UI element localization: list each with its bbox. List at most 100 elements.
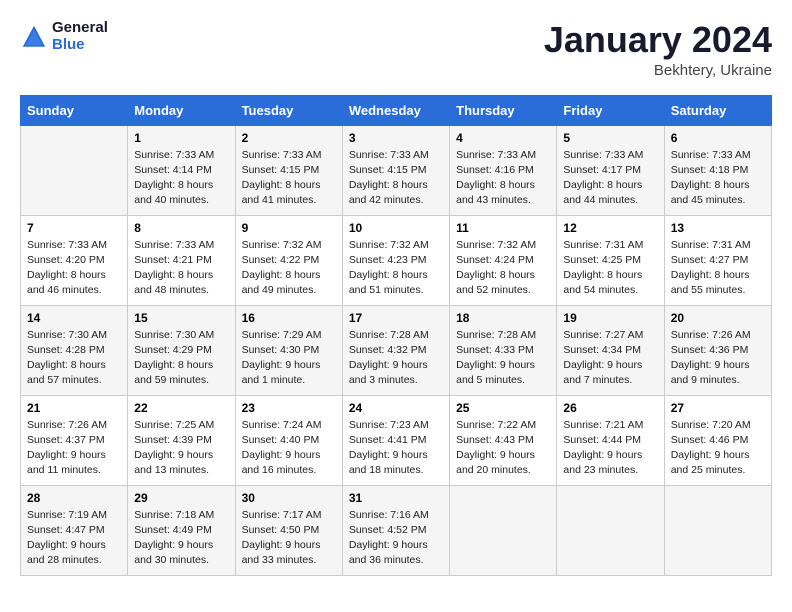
day-number: 26: [563, 401, 657, 415]
day-number: 1: [134, 131, 228, 145]
day-info: Sunrise: 7:26 AMSunset: 4:36 PMDaylight:…: [671, 328, 765, 389]
day-cell: 22 Sunrise: 7:25 AMSunset: 4:39 PMDayligh…: [128, 395, 235, 485]
day-info: Sunrise: 7:20 AMSunset: 4:46 PMDaylight:…: [671, 418, 765, 479]
day-cell: 12 Sunrise: 7:31 AMSunset: 4:25 PMDayligh…: [557, 215, 664, 305]
location: Bekhtery, Ukraine: [544, 62, 772, 79]
day-cell: 18 Sunrise: 7:28 AMSunset: 4:33 PMDayligh…: [450, 305, 557, 395]
title-area: January 2024 Bekhtery, Ukraine: [544, 20, 772, 79]
day-cell: 27 Sunrise: 7:20 AMSunset: 4:46 PMDayligh…: [664, 395, 771, 485]
day-info: Sunrise: 7:33 AMSunset: 4:17 PMDaylight:…: [563, 148, 657, 209]
day-cell: 25 Sunrise: 7:22 AMSunset: 4:43 PMDayligh…: [450, 395, 557, 485]
day-info: Sunrise: 7:28 AMSunset: 4:33 PMDaylight:…: [456, 328, 550, 389]
day-number: 24: [349, 401, 443, 415]
day-number: 18: [456, 311, 550, 325]
day-number: 17: [349, 311, 443, 325]
day-info: Sunrise: 7:31 AMSunset: 4:25 PMDaylight:…: [563, 238, 657, 299]
day-number: 28: [27, 491, 121, 505]
day-info: Sunrise: 7:33 AMSunset: 4:16 PMDaylight:…: [456, 148, 550, 209]
day-cell: 23 Sunrise: 7:24 AMSunset: 4:40 PMDayligh…: [235, 395, 342, 485]
day-number: 16: [242, 311, 336, 325]
day-number: 20: [671, 311, 765, 325]
day-info: Sunrise: 7:16 AMSunset: 4:52 PMDaylight:…: [349, 508, 443, 569]
day-info: Sunrise: 7:17 AMSunset: 4:50 PMDaylight:…: [242, 508, 336, 569]
day-number: 6: [671, 131, 765, 145]
col-monday: Monday: [128, 95, 235, 125]
day-info: Sunrise: 7:33 AMSunset: 4:15 PMDaylight:…: [349, 148, 443, 209]
day-info: Sunrise: 7:33 AMSunset: 4:20 PMDaylight:…: [27, 238, 121, 299]
week-row-3: 21 Sunrise: 7:26 AMSunset: 4:37 PMDayligh…: [21, 395, 772, 485]
day-cell: 13Sunrise: 7:31 AMSunset: 4:27 PMDayligh…: [664, 215, 771, 305]
day-cell: 5 Sunrise: 7:33 AMSunset: 4:17 PMDaylight…: [557, 125, 664, 215]
day-info: Sunrise: 7:32 AMSunset: 4:23 PMDaylight:…: [349, 238, 443, 299]
day-info: Sunrise: 7:33 AMSunset: 4:21 PMDaylight:…: [134, 238, 228, 299]
day-info: Sunrise: 7:22 AMSunset: 4:43 PMDaylight:…: [456, 418, 550, 479]
day-number: 12: [563, 221, 657, 235]
col-sunday: Sunday: [21, 95, 128, 125]
day-number: 7: [27, 221, 121, 235]
day-cell: 17Sunrise: 7:28 AMSunset: 4:32 PMDayligh…: [342, 305, 449, 395]
day-number: 14: [27, 311, 121, 325]
col-wednesday: Wednesday: [342, 95, 449, 125]
day-number: 15: [134, 311, 228, 325]
day-info: Sunrise: 7:33 AMSunset: 4:14 PMDaylight:…: [134, 148, 228, 209]
day-info: Sunrise: 7:27 AMSunset: 4:34 PMDaylight:…: [563, 328, 657, 389]
day-number: 11: [456, 221, 550, 235]
day-cell: 1 Sunrise: 7:33 AMSunset: 4:14 PMDaylight…: [128, 125, 235, 215]
day-number: 5: [563, 131, 657, 145]
day-cell: 9 Sunrise: 7:32 AMSunset: 4:22 PMDaylight…: [235, 215, 342, 305]
day-cell: 7 Sunrise: 7:33 AMSunset: 4:20 PMDaylight…: [21, 215, 128, 305]
day-number: 30: [242, 491, 336, 505]
col-saturday: Saturday: [664, 95, 771, 125]
day-cell: 19Sunrise: 7:27 AMSunset: 4:34 PMDayligh…: [557, 305, 664, 395]
day-cell: [21, 125, 128, 215]
day-cell: 6 Sunrise: 7:33 AMSunset: 4:18 PMDaylight…: [664, 125, 771, 215]
day-info: Sunrise: 7:25 AMSunset: 4:39 PMDaylight:…: [134, 418, 228, 479]
day-number: 8: [134, 221, 228, 235]
day-cell: 31 Sunrise: 7:16 AMSunset: 4:52 PMDayligh…: [342, 485, 449, 575]
day-cell: 4 Sunrise: 7:33 AMSunset: 4:16 PMDaylight…: [450, 125, 557, 215]
col-friday: Friday: [557, 95, 664, 125]
day-cell: 26Sunrise: 7:21 AMSunset: 4:44 PMDayligh…: [557, 395, 664, 485]
day-info: Sunrise: 7:32 AMSunset: 4:24 PMDaylight:…: [456, 238, 550, 299]
header-row: Sunday Monday Tuesday Wednesday Thursday…: [21, 95, 772, 125]
day-number: 22: [134, 401, 228, 415]
day-cell: [450, 485, 557, 575]
week-row-2: 14Sunrise: 7:30 AMSunset: 4:28 PMDayligh…: [21, 305, 772, 395]
week-row-1: 7 Sunrise: 7:33 AMSunset: 4:20 PMDaylight…: [21, 215, 772, 305]
day-cell: 15 Sunrise: 7:30 AMSunset: 4:29 PMDayligh…: [128, 305, 235, 395]
day-info: Sunrise: 7:24 AMSunset: 4:40 PMDaylight:…: [242, 418, 336, 479]
day-number: 29: [134, 491, 228, 505]
day-info: Sunrise: 7:31 AMSunset: 4:27 PMDaylight:…: [671, 238, 765, 299]
day-info: Sunrise: 7:30 AMSunset: 4:29 PMDaylight:…: [134, 328, 228, 389]
day-number: 31: [349, 491, 443, 505]
day-number: 27: [671, 401, 765, 415]
week-row-4: 28 Sunrise: 7:19 AMSunset: 4:47 PMDayligh…: [21, 485, 772, 575]
day-number: 3: [349, 131, 443, 145]
day-cell: 16 Sunrise: 7:29 AMSunset: 4:30 PMDayligh…: [235, 305, 342, 395]
header: General Blue January 2024 Bekhtery, Ukra…: [20, 20, 772, 79]
logo-line2: Blue: [52, 37, 108, 54]
day-number: 25: [456, 401, 550, 415]
day-info: Sunrise: 7:19 AMSunset: 4:47 PMDaylight:…: [27, 508, 121, 569]
day-cell: [664, 485, 771, 575]
day-info: Sunrise: 7:29 AMSunset: 4:30 PMDaylight:…: [242, 328, 336, 389]
day-cell: 29 Sunrise: 7:18 AMSunset: 4:49 PMDayligh…: [128, 485, 235, 575]
day-cell: 30 Sunrise: 7:17 AMSunset: 4:50 PMDayligh…: [235, 485, 342, 575]
day-info: Sunrise: 7:33 AMSunset: 4:18 PMDaylight:…: [671, 148, 765, 209]
day-cell: 24Sunrise: 7:23 AMSunset: 4:41 PMDayligh…: [342, 395, 449, 485]
logo: General Blue: [20, 20, 108, 53]
day-cell: 21 Sunrise: 7:26 AMSunset: 4:37 PMDayligh…: [21, 395, 128, 485]
day-number: 21: [27, 401, 121, 415]
day-info: Sunrise: 7:18 AMSunset: 4:49 PMDaylight:…: [134, 508, 228, 569]
day-number: 9: [242, 221, 336, 235]
col-tuesday: Tuesday: [235, 95, 342, 125]
logo-line1: General: [52, 20, 108, 37]
day-number: 23: [242, 401, 336, 415]
col-thursday: Thursday: [450, 95, 557, 125]
day-info: Sunrise: 7:26 AMSunset: 4:37 PMDaylight:…: [27, 418, 121, 479]
day-number: 4: [456, 131, 550, 145]
calendar-body: 1 Sunrise: 7:33 AMSunset: 4:14 PMDaylight…: [21, 125, 772, 575]
day-cell: 11 Sunrise: 7:32 AMSunset: 4:24 PMDayligh…: [450, 215, 557, 305]
day-info: Sunrise: 7:32 AMSunset: 4:22 PMDaylight:…: [242, 238, 336, 299]
calendar-header: Sunday Monday Tuesday Wednesday Thursday…: [21, 95, 772, 125]
